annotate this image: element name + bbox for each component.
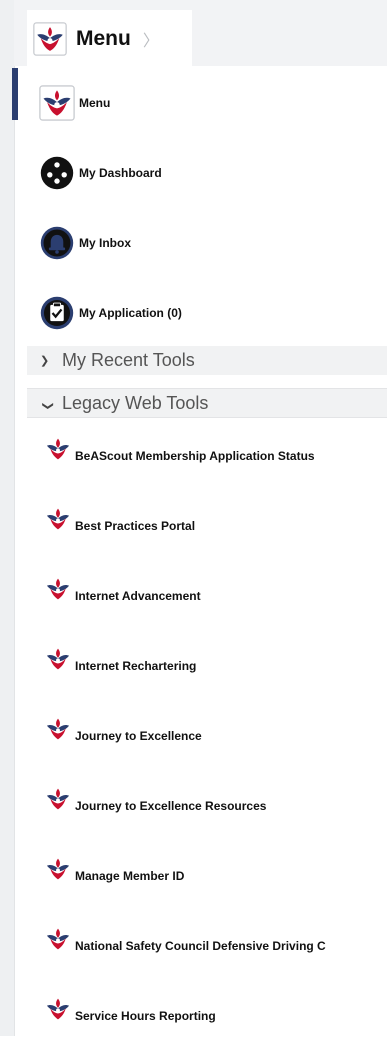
bsa-emblem-icon	[46, 858, 70, 880]
nav-item-label: Menu	[79, 96, 111, 110]
bsa-emblem-icon	[46, 648, 70, 670]
chevron-right-icon: 〉	[142, 33, 159, 50]
legacy-tool-label: Best Practices Portal	[75, 519, 196, 533]
dashboard-icon	[40, 156, 74, 190]
legacy-tools-list: BeAScout Membership Application Status Be…	[27, 418, 387, 1048]
side-menu: Menu My Dashboard My Inbox My Applicatio…	[27, 68, 387, 1048]
bsa-emblem-icon	[46, 928, 70, 950]
menu-tab-label: Menu	[76, 27, 131, 50]
nav-item-menu[interactable]: Menu	[27, 68, 387, 138]
legacy-tool-label: Manage Member ID	[75, 869, 185, 883]
legacy-tool-item[interactable]: Service Hours Reporting	[27, 978, 387, 1048]
bsa-emblem-icon	[46, 438, 70, 460]
legacy-tool-item[interactable]: National Safety Council Defensive Drivin…	[27, 908, 387, 978]
bsa-emblem-icon	[33, 22, 67, 56]
nav-item-label: My Dashboard	[79, 166, 162, 180]
legacy-tool-label: Journey to Excellence	[75, 729, 202, 743]
bsa-emblem-icon	[46, 578, 70, 600]
menu-tab[interactable]: Menu 〉	[27, 10, 192, 68]
bsa-emblem-icon	[46, 508, 70, 530]
chevron-down-icon: ❮	[41, 400, 54, 410]
bsa-emblem-icon	[46, 718, 70, 740]
legacy-tool-label: BeAScout Membership Application Status	[75, 449, 315, 463]
legacy-tool-item[interactable]: Best Practices Portal	[27, 488, 387, 558]
nav-item-my-dashboard[interactable]: My Dashboard	[27, 138, 387, 208]
legacy-tool-item[interactable]: Manage Member ID	[27, 838, 387, 908]
legacy-tool-label: Service Hours Reporting	[75, 1009, 216, 1023]
left-rail	[0, 0, 15, 1036]
legacy-tool-item[interactable]: Journey to Excellence	[27, 698, 387, 768]
chevron-right-icon: ❯	[40, 355, 50, 367]
bsa-emblem-icon	[39, 85, 75, 121]
legacy-tool-label: Internet Rechartering	[75, 659, 197, 673]
nav-item-my-inbox[interactable]: My Inbox	[27, 208, 387, 278]
legacy-tool-item[interactable]: Journey to Excellence Resources	[27, 768, 387, 838]
nav-item-label: My Application (0)	[79, 306, 182, 320]
legacy-tool-label: Internet Advancement	[75, 589, 201, 603]
legacy-tool-label: Journey to Excellence Resources	[75, 799, 267, 813]
bell-icon	[40, 226, 74, 260]
legacy-tool-item[interactable]: Internet Rechartering	[27, 628, 387, 698]
legacy-tool-label: National Safety Council Defensive Drivin…	[75, 939, 326, 953]
nav-item-label: My Inbox	[79, 236, 132, 250]
active-indicator	[12, 68, 18, 120]
legacy-tool-item[interactable]: Internet Advancement	[27, 558, 387, 628]
section-my-recent-tools[interactable]: ❯ My Recent Tools	[27, 346, 387, 375]
section-label: My Recent Tools	[62, 350, 195, 370]
application-icon	[40, 296, 74, 330]
bsa-emblem-icon	[46, 998, 70, 1020]
bsa-emblem-icon	[46, 788, 70, 810]
nav-item-my-application[interactable]: My Application (0)	[27, 278, 387, 348]
section-label: Legacy Web Tools	[62, 392, 209, 413]
section-legacy-web-tools[interactable]: ❮ Legacy Web Tools	[27, 388, 387, 418]
legacy-tool-item[interactable]: BeAScout Membership Application Status	[27, 418, 387, 488]
